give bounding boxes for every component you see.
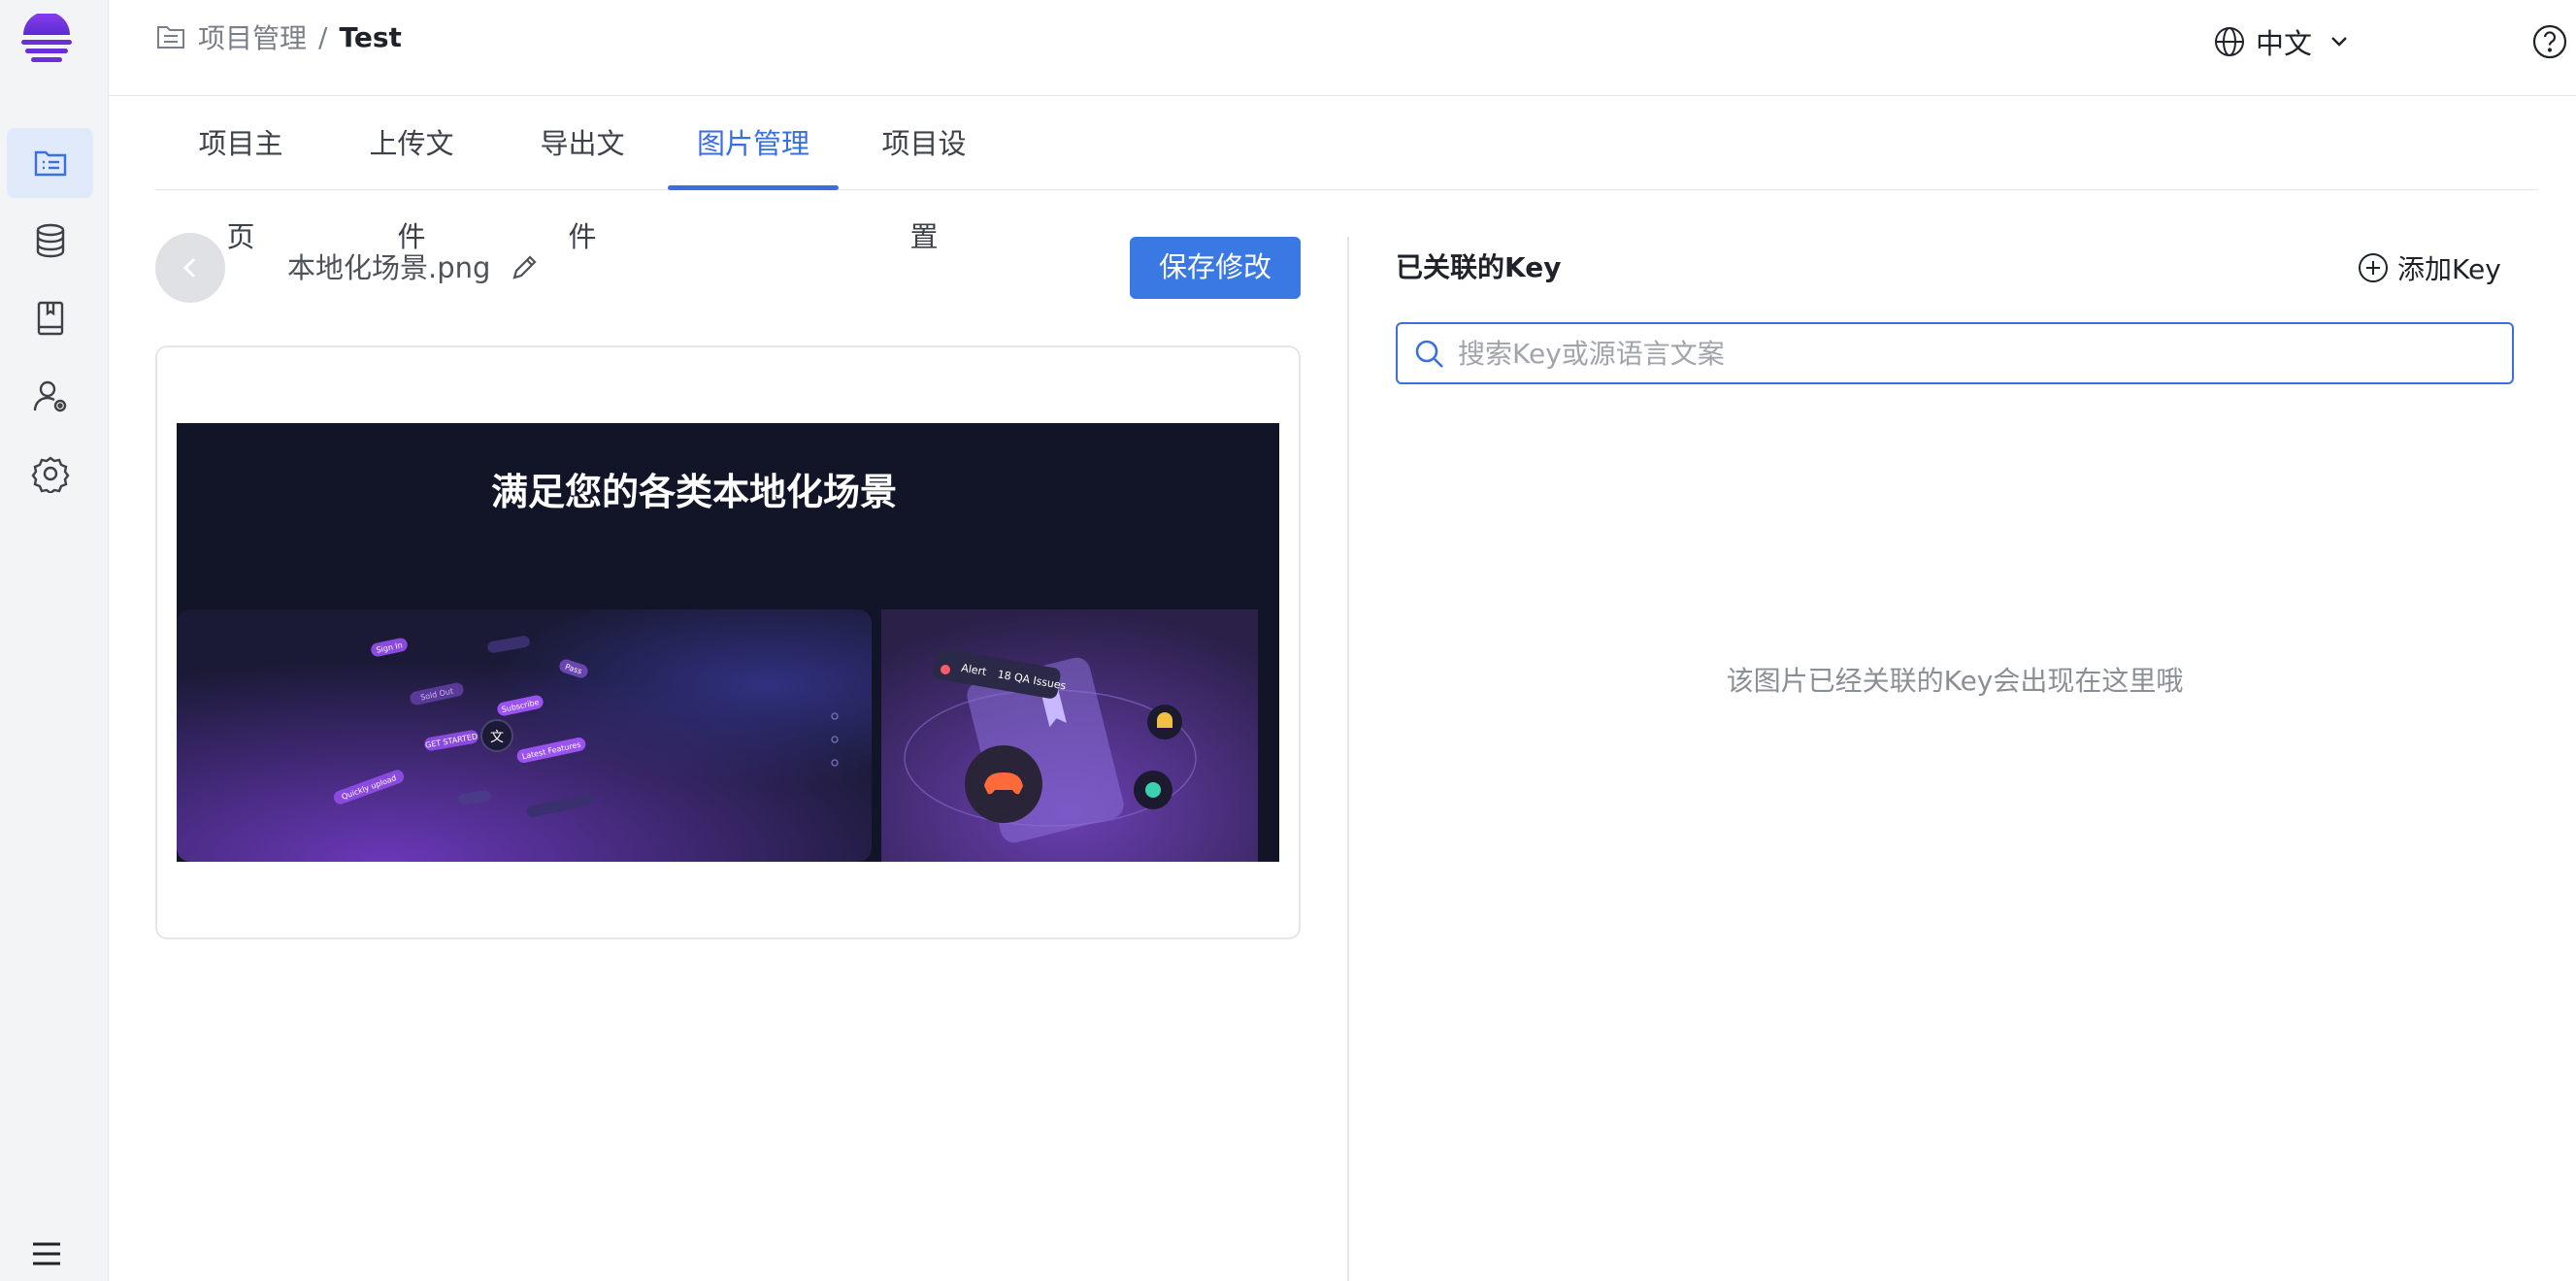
help-icon[interactable] xyxy=(2531,23,2568,60)
gear-icon xyxy=(31,456,69,493)
menu-icon[interactable] xyxy=(27,1234,66,1273)
linked-keys-title: 已关联的Key xyxy=(1396,251,1562,283)
sidebar-item-settings[interactable] xyxy=(7,439,93,509)
sidebar xyxy=(0,0,109,1281)
chevron-left-icon xyxy=(182,257,196,279)
tab-project-settings[interactable]: 项目设置 xyxy=(870,97,978,253)
sidebar-item-glossary[interactable] xyxy=(7,283,93,353)
globe-icon xyxy=(2215,27,2244,56)
search-icon xyxy=(1415,340,1443,368)
project-list-icon xyxy=(34,150,66,177)
add-key-label: 添加Key xyxy=(2397,253,2501,285)
sidebar-item-projects[interactable] xyxy=(7,128,93,198)
key-search-box xyxy=(1396,322,2514,384)
breadcrumb-separator: / xyxy=(318,20,328,53)
tab-project-home[interactable]: 项目主页 xyxy=(186,97,295,253)
image-headline: 满足您的各类本地化场景 xyxy=(491,471,897,513)
pencil-icon[interactable] xyxy=(509,250,542,283)
tab-upload-files[interactable]: 上传文件 xyxy=(357,97,466,253)
localization-scene-illustration: 满足您的各类本地化场景 Sign In Subscribe GET STARTE… xyxy=(177,423,1279,862)
database-icon xyxy=(36,223,64,258)
image-preview-card: 满足您的各类本地化场景 Sign In Subscribe GET STARTE… xyxy=(155,345,1301,939)
app-logo-icon[interactable] xyxy=(17,14,76,72)
pane-divider xyxy=(1347,237,1349,1281)
linked-keys-empty-state: 该图片已经关联的Key会出现在这里哦 xyxy=(1726,665,2184,697)
tab-image-management[interactable]: 图片管理 xyxy=(668,97,839,190)
user-settings-icon xyxy=(33,380,66,412)
folder-icon xyxy=(157,26,184,49)
top-bar: 项目管理 / Test 中文 xyxy=(109,0,2576,96)
sidebar-item-members[interactable] xyxy=(7,361,93,431)
plus-circle-icon xyxy=(2359,253,2388,282)
image-filename: 本地化场景.png xyxy=(287,251,491,284)
breadcrumb: 项目管理 / Test xyxy=(155,17,402,56)
breadcrumb-parent[interactable]: 项目管理 xyxy=(198,17,307,56)
language-selector[interactable]: 中文 xyxy=(2213,19,2353,64)
chevron-down-icon xyxy=(2331,37,2347,47)
add-key-button[interactable]: 添加Key xyxy=(2357,248,2501,287)
key-search-input[interactable] xyxy=(1458,332,2496,375)
language-label: 中文 xyxy=(2256,27,2313,60)
svg-text:文: 文 xyxy=(490,730,504,745)
book-icon xyxy=(37,301,63,336)
image-preview[interactable]: 满足您的各类本地化场景 Sign In Subscribe GET STARTE… xyxy=(177,423,1279,862)
back-button[interactable] xyxy=(155,233,225,303)
tab-export-files[interactable]: 导出文件 xyxy=(528,97,637,253)
breadcrumb-current: Test xyxy=(339,20,402,53)
project-tabs: 项目主页 上传文件 导出文件 图片管理 项目设置 xyxy=(155,97,2538,253)
save-changes-button[interactable]: 保存修改 xyxy=(1130,237,1301,299)
sidebar-item-database[interactable] xyxy=(7,206,93,276)
